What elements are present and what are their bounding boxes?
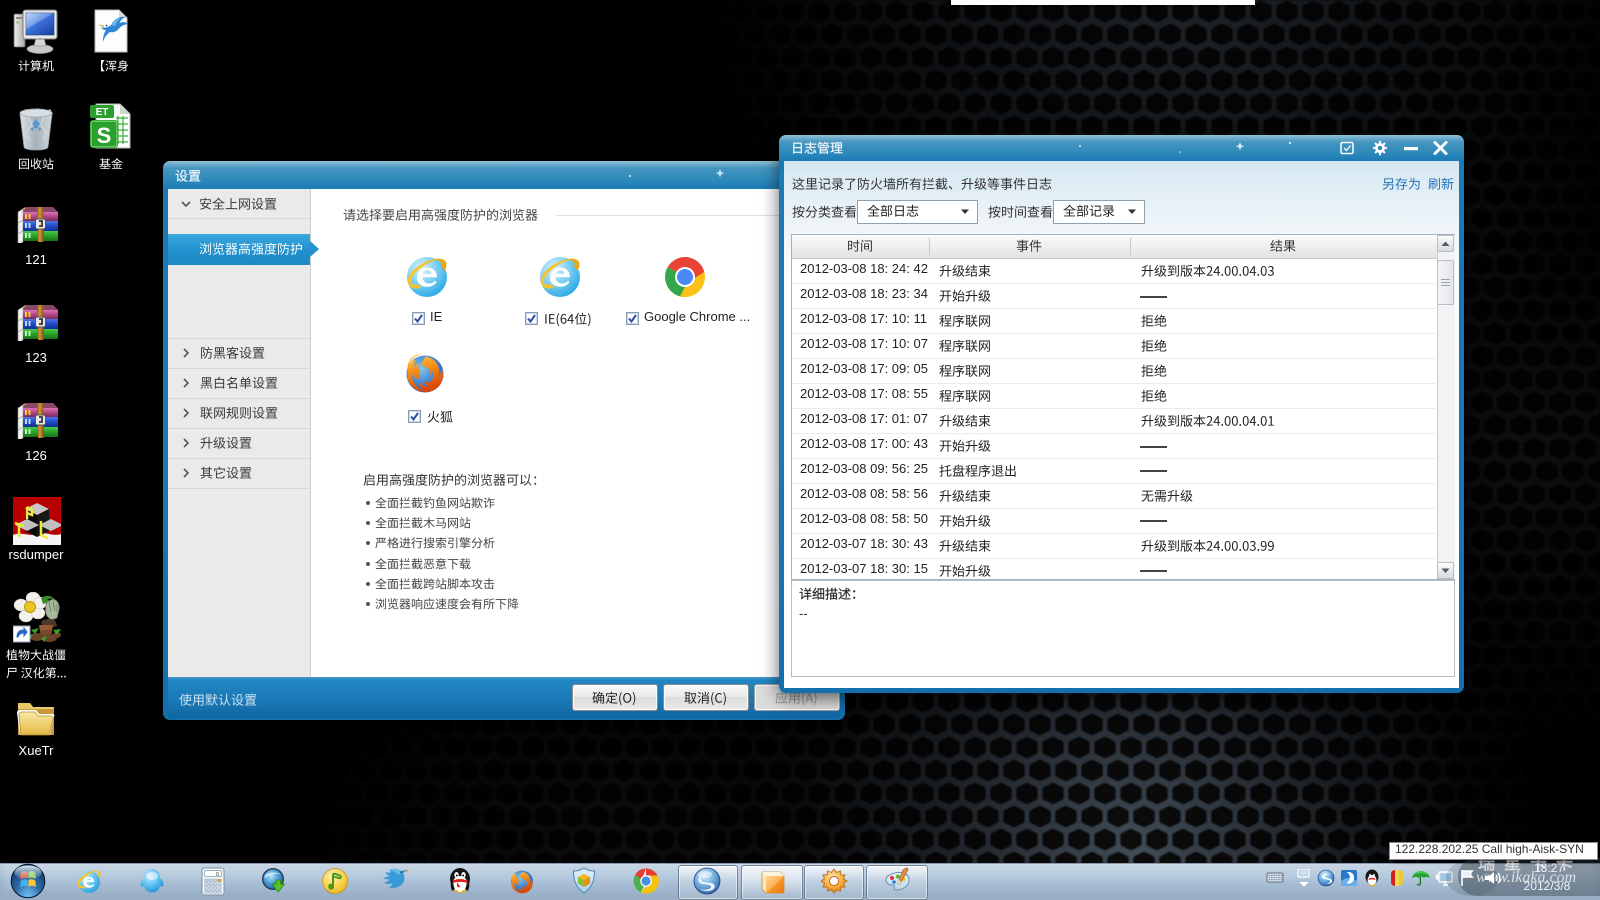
svg-text:ET: ET [96,107,109,118]
svg-text:0: 0 [216,872,219,878]
svg-text:S: S [97,123,112,148]
